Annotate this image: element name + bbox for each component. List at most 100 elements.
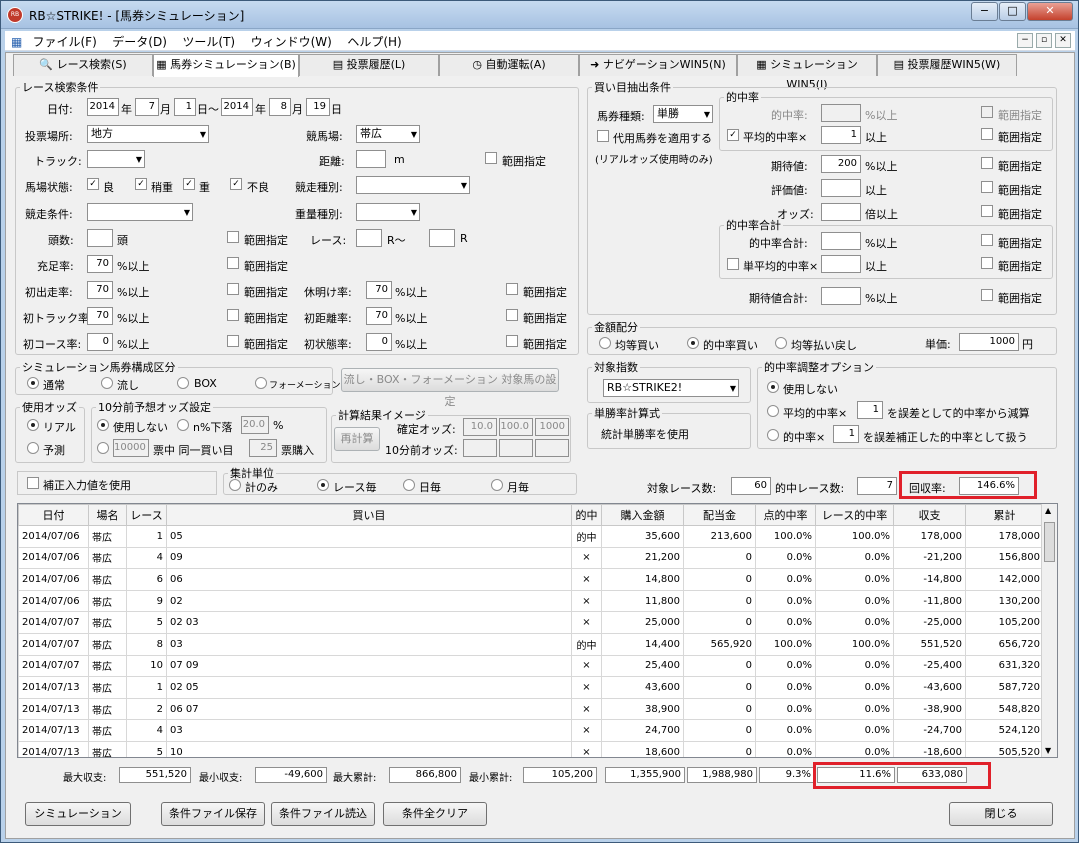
- mdi-close-button[interactable]: ✕: [1055, 33, 1071, 48]
- single-avg-checkbox[interactable]: [727, 258, 739, 270]
- sum-range-checkbox[interactable]: [981, 234, 993, 246]
- cond-slightly-heavy-checkbox[interactable]: ✓: [135, 178, 147, 190]
- first-distance-range-checkbox[interactable]: [506, 309, 518, 321]
- table-row[interactable]: 2014/07/07 帯広 8 03 的中 14,400 565,920 100.0% 100.…: [18, 632, 1044, 656]
- race-from-input[interactable]: [356, 229, 382, 247]
- agg-day-radio[interactable]: [403, 479, 415, 491]
- distance-input[interactable]: [356, 150, 386, 168]
- tab-race-search[interactable]: 🔍 レース検索(S): [13, 54, 153, 76]
- first-run-input[interactable]: 70: [87, 281, 113, 299]
- expected-sum-range-checkbox[interactable]: [981, 289, 993, 301]
- adjust-avg-input[interactable]: 1: [857, 401, 883, 419]
- scroll-thumb[interactable]: [1044, 522, 1055, 562]
- table-row[interactable]: 2014/07/07 帯広 10 07 09 × 25,400 0 0.0% 0.0% -25,4…: [18, 654, 1044, 678]
- first-state-range-checkbox[interactable]: [506, 335, 518, 347]
- target-horse-settings-button[interactable]: 流し・BOX・フォーメーション 対象馬の設定: [341, 368, 559, 408]
- clear-conditions-button[interactable]: 条件全クリア: [383, 802, 487, 826]
- column-header[interactable]: 日付: [18, 504, 89, 526]
- expected-range-checkbox[interactable]: [981, 157, 993, 169]
- start-year-input[interactable]: 2014: [87, 98, 119, 116]
- recalc-button[interactable]: 再計算: [334, 427, 380, 451]
- adjust-off-radio[interactable]: [767, 381, 779, 393]
- start-month-input[interactable]: 7: [135, 98, 159, 116]
- single-avg-range-checkbox[interactable]: [981, 257, 993, 269]
- cond-bad-checkbox[interactable]: ✓: [230, 178, 242, 190]
- avg-hit-rate-checkbox[interactable]: ✓: [727, 129, 739, 141]
- table-row[interactable]: 2014/07/13 帯広 4 03 × 24,700 0 0.0% 0.0% -24,700 52…: [18, 719, 1044, 742]
- scroll-down-icon[interactable]: ▼: [1045, 746, 1051, 755]
- evaluation-input[interactable]: [821, 179, 861, 197]
- unit-price-input[interactable]: 1000: [959, 333, 1019, 351]
- single-avg-input[interactable]: [821, 255, 861, 273]
- table-row[interactable]: 2014/07/06 帯広 9 02 × 11,800 0 0.0% 0.0% -11,800 13…: [18, 589, 1044, 613]
- first-course-range-checkbox[interactable]: [227, 335, 239, 347]
- agg-total-radio[interactable]: [229, 479, 241, 491]
- column-header[interactable]: 配当金: [683, 504, 756, 526]
- pre-odds-sample-radio[interactable]: [97, 442, 109, 454]
- table-row[interactable]: 2014/07/13 帯広 5 10 × 18,600 0 0.0% 0.0% -18,600 50…: [18, 740, 1044, 757]
- odds-range-checkbox[interactable]: [981, 205, 993, 217]
- end-month-input[interactable]: 8: [269, 98, 291, 116]
- race-type-select[interactable]: [356, 176, 470, 194]
- first-course-input[interactable]: 0: [87, 333, 113, 351]
- tab-navigation-win5[interactable]: ➜ ナビゲーションWIN5(N): [579, 54, 737, 76]
- distance-range-checkbox[interactable]: [485, 152, 497, 164]
- close-window-button[interactable]: ✕: [1027, 2, 1073, 21]
- column-header[interactable]: レース: [126, 504, 167, 526]
- expected-sum-input[interactable]: [821, 287, 861, 305]
- substitute-ticket-checkbox[interactable]: [597, 130, 609, 142]
- cond-good-checkbox[interactable]: ✓: [87, 178, 99, 190]
- avg-hit-rate-input[interactable]: 1: [821, 126, 861, 144]
- end-year-input[interactable]: 2014: [221, 98, 253, 116]
- menu-file[interactable]: ファイル(F): [27, 31, 103, 52]
- expected-value-input[interactable]: 200: [821, 155, 861, 173]
- race-to-input[interactable]: [429, 229, 455, 247]
- save-conditions-button[interactable]: 条件ファイル保存: [161, 802, 265, 826]
- table-row[interactable]: 2014/07/07 帯広 5 02 03 × 25,000 0 0.0% 0.0% -25,00…: [18, 611, 1044, 634]
- rest-range-checkbox[interactable]: [506, 283, 518, 295]
- simulation-button[interactable]: シミュレーション: [25, 802, 131, 826]
- course-select[interactable]: 帯広: [356, 125, 420, 143]
- structure-normal-radio[interactable]: [27, 377, 39, 389]
- column-header[interactable]: 的中: [571, 504, 602, 526]
- table-row[interactable]: 2014/07/13 帯広 1 02 05 × 43,600 0 0.0% 0.0% -43,60…: [18, 676, 1044, 699]
- adjust-hit-input[interactable]: 1: [833, 425, 859, 443]
- sample-votes-input[interactable]: 10000: [113, 439, 149, 457]
- tab-simulation-win5[interactable]: ▦ シミュレーションWIN5(I): [737, 54, 877, 91]
- tab-vote-history[interactable]: ▤ 投票履歴(L): [299, 54, 439, 76]
- title-bar[interactable]: RB RB☆STRIKE! - [馬券シミュレーション] − □ ✕: [1, 1, 1078, 29]
- weight-type-select[interactable]: [356, 203, 420, 221]
- end-day-input[interactable]: 19: [306, 98, 330, 116]
- menu-tools[interactable]: ツール(T): [176, 31, 241, 52]
- table-row[interactable]: 2014/07/06 帯広 6 06 × 14,800 0 0.0% 0.0% -14,800 14…: [18, 568, 1044, 591]
- load-conditions-button[interactable]: 条件ファイル読込: [271, 802, 375, 826]
- table-row[interactable]: 2014/07/06 帯広 4 09 × 21,200 0 0.0% 0.0% -21,200 15…: [18, 546, 1044, 570]
- start-day-input[interactable]: 1: [174, 98, 196, 116]
- alloc-payout-radio[interactable]: [775, 337, 787, 349]
- column-header[interactable]: レース的中率: [815, 504, 894, 526]
- column-header[interactable]: 累計: [965, 504, 1044, 526]
- menu-window[interactable]: ウィンドウ(W): [245, 31, 338, 52]
- column-header[interactable]: 購入金額: [601, 504, 684, 526]
- table-row[interactable]: 2014/07/06 帯広 1 05 的中 35,600 213,600 100.0% 100.…: [18, 525, 1044, 548]
- same-bet-votes-input[interactable]: 25: [249, 439, 277, 457]
- results-grid[interactable]: 日付 場名 レース 買い目 的中 購入金額 配当金 点的中率 レース的中率 収支 累計 2014/0…: [17, 503, 1058, 758]
- target-index-select[interactable]: RB☆STRIKE2!: [603, 379, 739, 397]
- fill-rate-input[interactable]: 70: [87, 255, 113, 273]
- column-header[interactable]: 買い目: [166, 504, 572, 526]
- column-header[interactable]: 収支: [893, 504, 966, 526]
- agg-month-radio[interactable]: [491, 479, 503, 491]
- structure-box-radio[interactable]: [177, 377, 189, 389]
- cond-heavy-checkbox[interactable]: ✓: [183, 178, 195, 190]
- odds-forecast-radio[interactable]: [27, 442, 39, 454]
- ticket-type-select[interactable]: 単勝: [653, 105, 713, 123]
- heads-range-checkbox[interactable]: [227, 231, 239, 243]
- close-button[interactable]: 閉じる: [949, 802, 1053, 826]
- structure-nagashi-radio[interactable]: [101, 377, 113, 389]
- tab-ticket-simulation[interactable]: ▦ 馬券シミュレーション(B): [153, 54, 299, 77]
- scroll-up-icon[interactable]: ▲: [1045, 506, 1051, 515]
- hit-rate-range-checkbox[interactable]: [981, 106, 993, 118]
- hit-rate-sum-input[interactable]: [821, 232, 861, 250]
- table-row[interactable]: 2014/07/13 帯広 2 06 07 × 38,900 0 0.0% 0.0% -38,90…: [18, 697, 1044, 721]
- structure-formation-radio[interactable]: [255, 377, 267, 389]
